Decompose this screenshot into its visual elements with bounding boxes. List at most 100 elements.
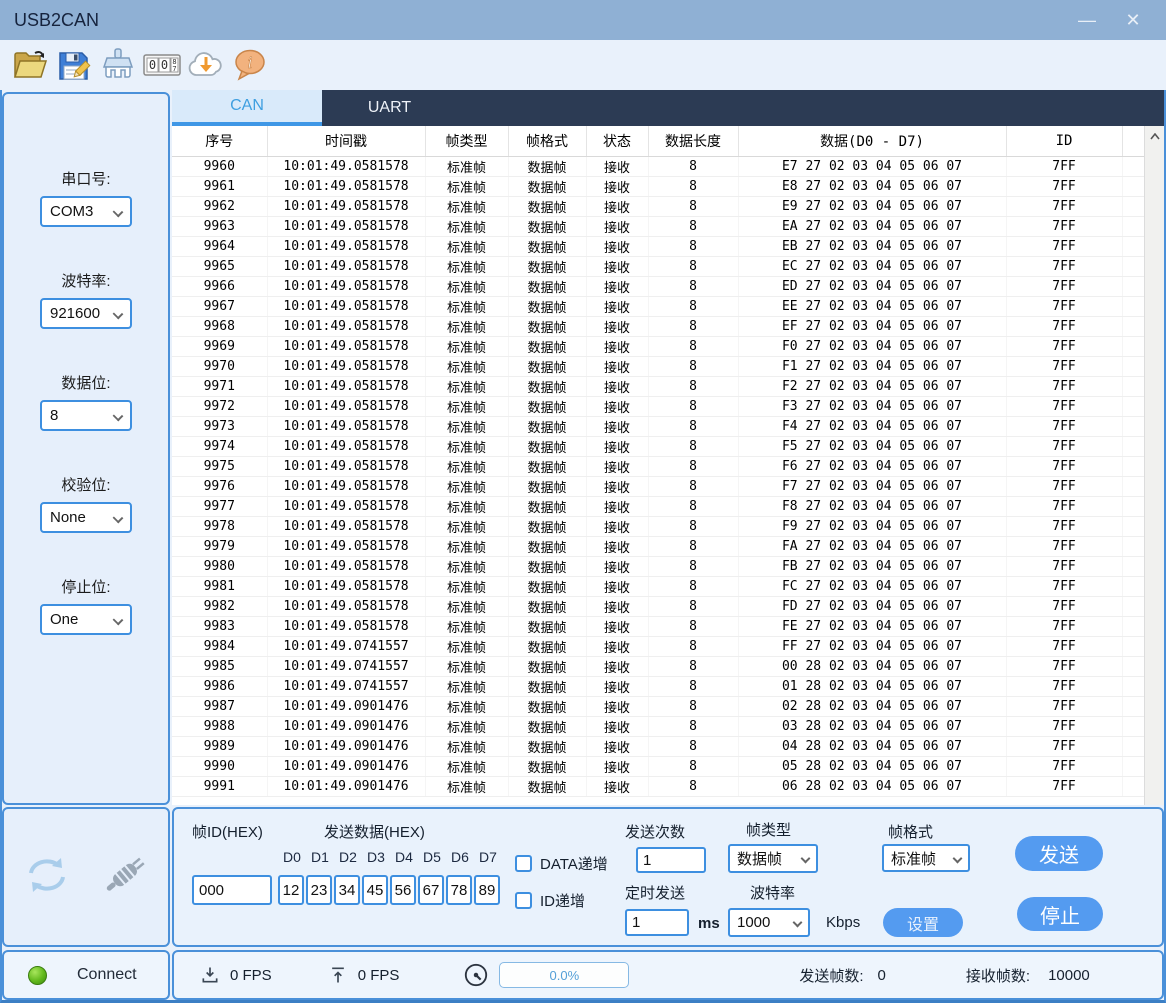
byte-input-d7[interactable] <box>474 875 500 905</box>
table-row[interactable]: 996910:01:49.0581578标准帧数据帧接收8F0 27 02 03… <box>172 336 1144 356</box>
baud-rate-group: 波特率: 921600 <box>4 270 168 329</box>
cell-data: F0 27 02 03 04 05 06 07 <box>738 336 1006 356</box>
data-increment-checkbox[interactable] <box>515 855 532 872</box>
frame-counter-icon[interactable]: 0 0 8 7 <box>142 45 182 85</box>
about-info-icon[interactable]: i <box>230 45 270 85</box>
table-row[interactable]: 998810:01:49.0901476标准帧数据帧接收803 28 02 03… <box>172 716 1144 736</box>
frame-type-value: 数据帧 <box>737 848 782 869</box>
table-row[interactable]: 998910:01:49.0901476标准帧数据帧接收804 28 02 03… <box>172 736 1144 756</box>
table-row[interactable]: 998010:01:49.0581578标准帧数据帧接收8FB 27 02 03… <box>172 556 1144 576</box>
baud-rate-label: 波特率: <box>4 270 168 291</box>
cell-dlc: 8 <box>648 676 738 696</box>
data-bits-select[interactable]: 8 <box>40 400 132 431</box>
cell-id: 7FF <box>1006 216 1122 236</box>
cell-frame-type: 标准帧 <box>425 336 508 356</box>
close-button[interactable]: ✕ <box>1110 0 1156 40</box>
serial-port-label: 串口号: <box>4 168 168 189</box>
table-row[interactable]: 998610:01:49.0741557标准帧数据帧接收801 28 02 03… <box>172 676 1144 696</box>
minimize-button[interactable]: — <box>1064 0 1110 40</box>
table-row[interactable]: 997710:01:49.0581578标准帧数据帧接收8F8 27 02 03… <box>172 496 1144 516</box>
id-increment-checkbox[interactable] <box>515 892 532 909</box>
table-row[interactable]: 998510:01:49.0741557标准帧数据帧接收800 28 02 03… <box>172 656 1144 676</box>
table-row[interactable]: 998310:01:49.0581578标准帧数据帧接收8FE 27 02 03… <box>172 616 1144 636</box>
svg-text:0: 0 <box>149 58 156 72</box>
data-increment-option[interactable]: DATA递增 <box>515 853 608 874</box>
byte-input-d0[interactable] <box>278 875 304 905</box>
table-row[interactable]: 997610:01:49.0581578标准帧数据帧接收8F7 27 02 03… <box>172 476 1144 496</box>
byte-input-d2[interactable] <box>334 875 360 905</box>
table-row[interactable]: 996210:01:49.0581578标准帧数据帧接收8E9 27 02 03… <box>172 196 1144 216</box>
table-row[interactable]: 996510:01:49.0581578标准帧数据帧接收8EC 27 02 03… <box>172 256 1144 276</box>
table-row[interactable]: 997910:01:49.0581578标准帧数据帧接收8FA 27 02 03… <box>172 536 1144 556</box>
cell-timestamp: 10:01:49.0901476 <box>267 736 425 756</box>
table-row[interactable]: 999010:01:49.0901476标准帧数据帧接收805 28 02 03… <box>172 756 1144 776</box>
table-row[interactable]: 996710:01:49.0581578标准帧数据帧接收8EE 27 02 03… <box>172 296 1144 316</box>
cell-filler <box>1122 356 1144 376</box>
byte-input-d6[interactable] <box>446 875 472 905</box>
cell-frame-type: 标准帧 <box>425 196 508 216</box>
save-file-icon[interactable] <box>54 45 94 85</box>
open-file-icon[interactable] <box>10 45 50 85</box>
parity-select[interactable]: None <box>40 502 132 533</box>
byte-input-d3[interactable] <box>362 875 388 905</box>
cell-data: F6 27 02 03 04 05 06 07 <box>738 456 1006 476</box>
stop-button[interactable]: 停止 <box>1017 897 1103 931</box>
cell-data: F9 27 02 03 04 05 06 07 <box>738 516 1006 536</box>
frame-id-input[interactable] <box>192 875 272 905</box>
table-row[interactable]: 996010:01:49.0581578标准帧数据帧接收8E7 27 02 03… <box>172 156 1144 176</box>
id-increment-option[interactable]: ID递增 <box>515 890 585 911</box>
scroll-up-arrow[interactable] <box>1145 126 1164 146</box>
cell-id: 7FF <box>1006 156 1122 176</box>
byte-input-d5[interactable] <box>418 875 444 905</box>
table-row[interactable]: 997810:01:49.0581578标准帧数据帧接收8F9 27 02 03… <box>172 516 1144 536</box>
byte-input-d4[interactable] <box>390 875 416 905</box>
table-row[interactable]: 996310:01:49.0581578标准帧数据帧接收8EA 27 02 03… <box>172 216 1144 236</box>
table-row[interactable]: 998110:01:49.0581578标准帧数据帧接收8FC 27 02 03… <box>172 576 1144 596</box>
timed-send-input[interactable] <box>625 909 689 936</box>
can-baud-select[interactable]: 1000 <box>728 908 810 937</box>
table-row[interactable]: 997110:01:49.0581578标准帧数据帧接收8F2 27 02 03… <box>172 376 1144 396</box>
table-row[interactable]: 996610:01:49.0581578标准帧数据帧接收8ED 27 02 03… <box>172 276 1144 296</box>
cell-timestamp: 10:01:49.0581578 <box>267 516 425 536</box>
send-button[interactable]: 发送 <box>1015 836 1103 871</box>
serial-port-select[interactable]: COM3 <box>40 196 132 227</box>
cell-frame-format: 数据帧 <box>508 716 586 736</box>
tab-uart[interactable]: UART <box>322 90 457 126</box>
baud-rate-select[interactable]: 921600 <box>40 298 132 329</box>
serial-port-value: COM3 <box>50 203 93 220</box>
cell-seq: 9985 <box>172 656 267 676</box>
tab-can[interactable]: CAN <box>172 90 322 126</box>
clear-list-icon[interactable] <box>98 45 138 85</box>
cloud-download-icon[interactable] <box>186 45 226 85</box>
cell-dlc: 8 <box>648 356 738 376</box>
table-row[interactable]: 996410:01:49.0581578标准帧数据帧接收8EB 27 02 03… <box>172 236 1144 256</box>
download-icon <box>200 965 220 985</box>
table-row[interactable]: 996810:01:49.0581578标准帧数据帧接收8EF 27 02 03… <box>172 316 1144 336</box>
frame-format-select[interactable]: 标准帧 <box>882 844 970 872</box>
table-row[interactable]: 997510:01:49.0581578标准帧数据帧接收8F6 27 02 03… <box>172 456 1144 476</box>
cell-timestamp: 10:01:49.0581578 <box>267 336 425 356</box>
table-row[interactable]: 998410:01:49.0741557标准帧数据帧接收8FF 27 02 03… <box>172 636 1144 656</box>
connector-plug-icon[interactable] <box>99 852 151 903</box>
table-row[interactable]: 997410:01:49.0581578标准帧数据帧接收8F5 27 02 03… <box>172 436 1144 456</box>
table-row[interactable]: 998710:01:49.0901476标准帧数据帧接收802 28 02 03… <box>172 696 1144 716</box>
table-row[interactable]: 996110:01:49.0581578标准帧数据帧接收8E8 27 02 03… <box>172 176 1144 196</box>
upload-icon <box>328 965 348 985</box>
table-row[interactable]: 999110:01:49.0901476标准帧数据帧接收806 28 02 03… <box>172 776 1144 796</box>
table-row[interactable]: 997010:01:49.0581578标准帧数据帧接收8F1 27 02 03… <box>172 356 1144 376</box>
cell-frame-format: 数据帧 <box>508 676 586 696</box>
frame-type-select[interactable]: 数据帧 <box>728 844 818 873</box>
refresh-ports-icon[interactable] <box>21 852 73 903</box>
send-count-input[interactable] <box>636 847 706 873</box>
table-row[interactable]: 997310:01:49.0581578标准帧数据帧接收8F4 27 02 03… <box>172 416 1144 436</box>
stop-bits-select[interactable]: One <box>40 604 132 635</box>
config-button[interactable]: 设置 <box>883 908 963 937</box>
byte-input-d1[interactable] <box>306 875 332 905</box>
cell-dlc: 8 <box>648 276 738 296</box>
received-frames-value: 10000 <box>1048 967 1090 984</box>
table-row[interactable]: 997210:01:49.0581578标准帧数据帧接收8F3 27 02 03… <box>172 396 1144 416</box>
connect-bar[interactable]: Connect <box>2 950 170 1000</box>
table-row[interactable]: 998210:01:49.0581578标准帧数据帧接收8FD 27 02 03… <box>172 596 1144 616</box>
cell-filler <box>1122 616 1144 636</box>
table-scrollbar[interactable] <box>1144 126 1164 805</box>
